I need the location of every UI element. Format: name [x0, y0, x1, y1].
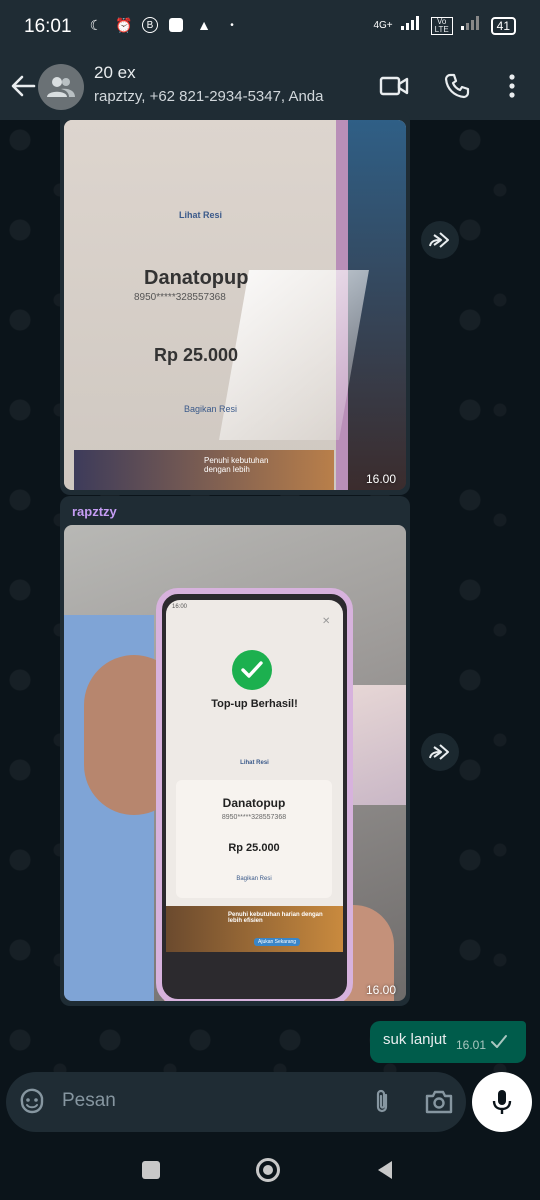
sender-name[interactable]: rapztzy: [72, 504, 117, 519]
receipt-merchant-2: Danatopup: [222, 796, 286, 810]
video-call-icon[interactable]: [378, 70, 410, 102]
receipt-logo: Lihat Resi: [179, 210, 223, 220]
battery-indicator: 41: [490, 16, 516, 35]
receipt-share: Bagikan Resi: [184, 404, 238, 414]
nav-recents-icon[interactable]: [137, 1156, 165, 1184]
receipt-banner-2: Penuhi kebutuhan harian dengan lebih efi…: [166, 906, 343, 952]
message-time-2: 16.00: [366, 983, 397, 997]
message-time-3: 16.01: [456, 1038, 487, 1052]
more-vert-icon[interactable]: [496, 70, 528, 102]
lte-badge: Vo LTE: [430, 16, 453, 35]
receipt-account: 8950*****328557368: [134, 292, 226, 303]
group-avatar-icon[interactable]: [38, 64, 84, 110]
receipt-account-2: 8950*****328557368: [221, 814, 287, 821]
alarm-icon: ⏰: [115, 16, 133, 33]
receipt-amount: Rp 25.000: [154, 345, 239, 365]
receipt-amount-2: Rp 25.000: [228, 842, 280, 854]
status-time: 16:01: [24, 16, 72, 37]
chat-participants[interactable]: rapztzy, +62 821-2934-5347, Anda: [94, 88, 323, 105]
back-arrow-icon[interactable]: [8, 71, 38, 101]
phone-device: 16:00 ✕ Top-up Berhasil! Lihat Resi Dana…: [156, 588, 353, 1001]
forward-icon[interactable]: [421, 221, 459, 259]
mic-icon[interactable]: [472, 1072, 532, 1132]
receipt-share-2: Bagikan Resi: [236, 876, 272, 882]
forward-icon[interactable]: [421, 733, 459, 771]
system-nav-bar: [0, 1140, 540, 1200]
attach-icon[interactable]: [368, 1088, 396, 1116]
signal-icon-2: [460, 16, 483, 35]
phone-call-icon[interactable]: [441, 70, 473, 102]
close-icon: ✕: [322, 616, 331, 627]
status-bar: 16:01 ☾ ⏰ B ▲ • 4G+ Vo LTE 41: [0, 0, 540, 52]
message-composer: Pesan: [6, 1072, 466, 1132]
chat-title[interactable]: 20 ex: [94, 63, 136, 83]
success-check-icon: [232, 650, 272, 690]
dot-icon: •: [230, 19, 234, 31]
app-square-icon: [166, 15, 186, 35]
emoji-sticker-icon[interactable]: [18, 1088, 46, 1116]
receipt-banner-button: Ajukan Sekarang: [254, 938, 301, 946]
camera-icon[interactable]: [424, 1088, 454, 1116]
status-notification-icons: ☾ ⏰ B ▲ •: [86, 15, 242, 35]
status-right: 4G+ Vo LTE 41: [373, 16, 516, 35]
receipt-photo-1[interactable]: Lihat Resi Danatopup 8950*****328557368 …: [64, 120, 406, 490]
signal-icon: [400, 16, 423, 35]
receipt-photo-2[interactable]: 16:00 ✕ Top-up Berhasil! Lihat Resi Dana…: [64, 525, 406, 1001]
phone-status-time: 16:00: [172, 604, 188, 610]
outgoing-message[interactable]: suk lanjut 16.01: [370, 1021, 526, 1063]
message-text: suk lanjut: [383, 1031, 447, 1048]
nav-home-icon[interactable]: [254, 1156, 282, 1184]
receipt-card: Danatopup 8950*****328557368 Rp 25.000 B…: [176, 780, 332, 898]
sent-check-icon: [490, 1034, 508, 1050]
warning-icon: ▲: [197, 17, 211, 33]
phone-screen: 16:00 ✕ Top-up Berhasil! Lihat Resi Dana…: [166, 600, 343, 952]
network-type: 4G+: [373, 19, 393, 31]
nav-back-icon[interactable]: [371, 1156, 399, 1184]
message-input[interactable]: Pesan: [62, 1090, 116, 1112]
message-time-1: 16.00: [366, 472, 397, 486]
receipt-merchant: Danatopup: [144, 267, 249, 289]
b-badge-icon: B: [142, 17, 158, 33]
topup-headline: Top-up Berhasil!: [211, 698, 298, 710]
receipt-banner-text: Penuhi kebutuhan dengan lebih: [204, 456, 269, 474]
receipt-banner: Penuhi kebutuhan dengan lebih: [74, 450, 334, 490]
receipt-banner-text-2: Penuhi kebutuhan harian dengan lebih efi…: [228, 912, 323, 924]
moon-icon: ☾: [89, 16, 103, 33]
receipt-logo-2: Lihat Resi: [240, 760, 269, 766]
